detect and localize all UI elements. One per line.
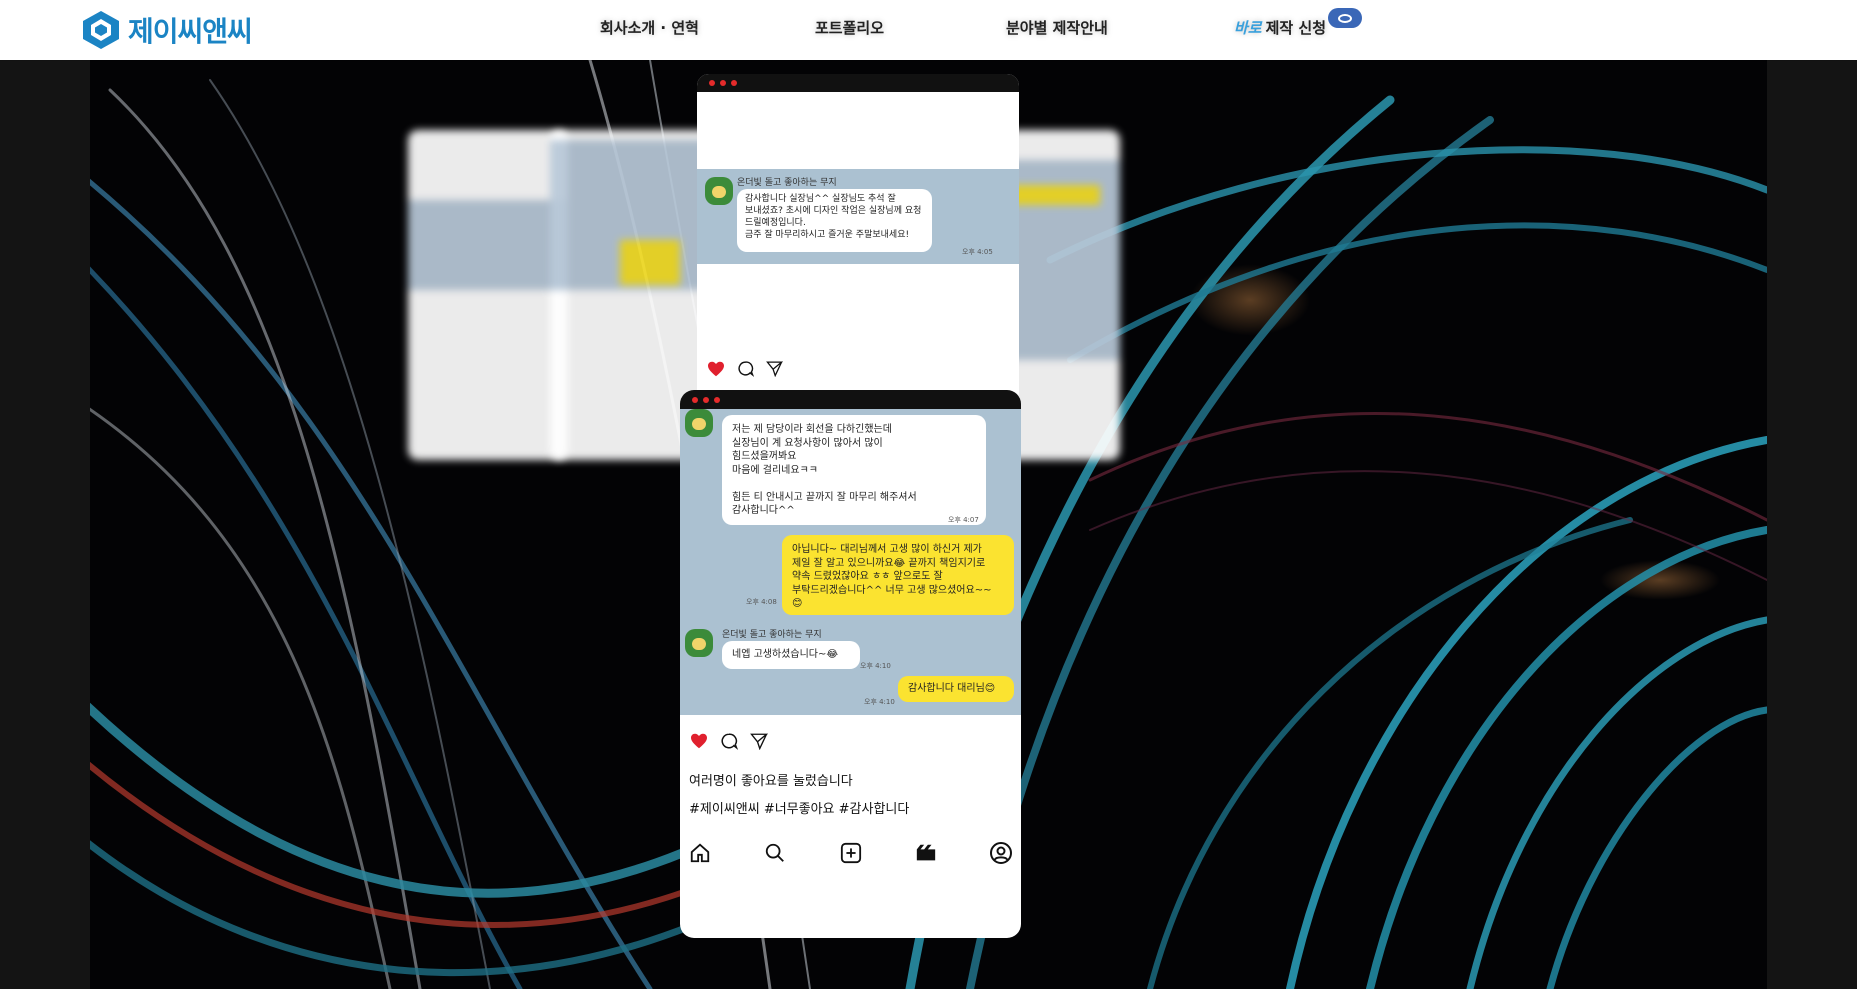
message-bubble-sent: 감사합니다 대리님😊 [898, 676, 1014, 702]
send-icon[interactable] [750, 732, 768, 750]
right-margin [1767, 60, 1857, 989]
heart-icon[interactable] [690, 733, 708, 749]
home-icon[interactable] [688, 841, 712, 865]
message-bubble-sent: 아닙니다~ 대리님께서 고생 많이 하신거 제가 제일 잘 알고 있으니까요😂 … [782, 535, 1014, 615]
nav-portfolio[interactable]: 포트폴리오 [815, 17, 884, 38]
message-bubble: 저는 제 담당이라 회선을 다하긴했는데 실장님이 계 요청사항이 많아서 많이… [722, 415, 986, 525]
message-time: 오후 4:07 [948, 516, 979, 524]
logo-text: 제이씨앤씨 [128, 15, 253, 48]
reels-icon[interactable] [914, 841, 938, 865]
message-time: 오후 4:10 [864, 698, 895, 706]
nav-apply-label: 제작 신청 [1265, 19, 1327, 37]
comment-icon[interactable] [737, 360, 754, 377]
window-dots [680, 390, 1021, 409]
message-bubble: 감사합니다 실장님^^ 실장님도 추석 잘 보내셨죠? 초시에 디자인 작업은 … [737, 189, 932, 252]
hashtags[interactable]: #제이씨앤씨 #너무좋아요 #감사합니다 [689, 798, 909, 817]
message-bubble: 네엡 고생하셨습니다~😂 [722, 641, 860, 669]
avatar [705, 177, 733, 205]
chat-area: 저는 제 담당이라 회선을 다하긴했는데 실장님이 계 요청사항이 많아서 많이… [680, 409, 1021, 715]
profile-icon[interactable] [989, 841, 1013, 865]
post-actions [690, 732, 768, 750]
sender-name: 온더빛 돌고 좋아하는 무지 [737, 178, 837, 188]
left-margin [0, 60, 90, 989]
window-dots [697, 74, 1019, 92]
chat-icon[interactable] [1328, 8, 1362, 28]
avatar [685, 409, 713, 437]
message-time: 오후 4:05 [962, 248, 993, 256]
review-card-middle: 온더빛 돌고 좋아하는 무지 감사합니다 실장님^^ 실장님도 추석 잘 보내셨… [697, 74, 1019, 404]
logo[interactable]: 제이씨앤씨 [80, 8, 253, 52]
likes-text: 여러명이 좋아요를 눌렀습니다 [689, 774, 853, 789]
chat-area: 온더빛 돌고 좋아하는 무지 감사합니다 실장님^^ 실장님도 추석 잘 보내셨… [697, 169, 1019, 264]
comment-icon[interactable] [720, 732, 738, 750]
message-time: 오후 4:10 [860, 662, 891, 670]
send-icon[interactable] [766, 360, 783, 377]
avatar [685, 629, 713, 657]
add-icon[interactable] [839, 841, 863, 865]
nav-apply-prefix: 바로 [1234, 19, 1262, 37]
nav-apply[interactable]: 바로 제작 신청 [1234, 17, 1326, 38]
message-time: 오후 4:08 [746, 598, 777, 606]
heart-icon[interactable] [707, 361, 725, 377]
sender-name: 온더빛 돌고 좋아하는 무지 [722, 630, 822, 640]
hero-stage: 온더빛 돌고 좋아하는 무지 감사합니다 실장님^^ 실장님도 추석 잘 보내셨… [90, 60, 1767, 989]
logo-mark-icon [83, 11, 119, 49]
post-actions [707, 360, 783, 377]
site-header: 제이씨앤씨 회사소개 · 연혁 포트폴리오 분야별 제작안내 바로 제작 신청 [0, 0, 1857, 60]
blurred-card-left [408, 130, 568, 460]
bottom-tabbar [688, 838, 1013, 868]
search-icon[interactable] [763, 841, 787, 865]
nav-production-guide[interactable]: 분야별 제작안내 [1006, 17, 1108, 38]
review-card-front: 저는 제 담당이라 회선을 다하긴했는데 실장님이 계 요청사항이 많아서 많이… [680, 390, 1021, 938]
nav-company-history[interactable]: 회사소개 · 연혁 [600, 17, 699, 38]
